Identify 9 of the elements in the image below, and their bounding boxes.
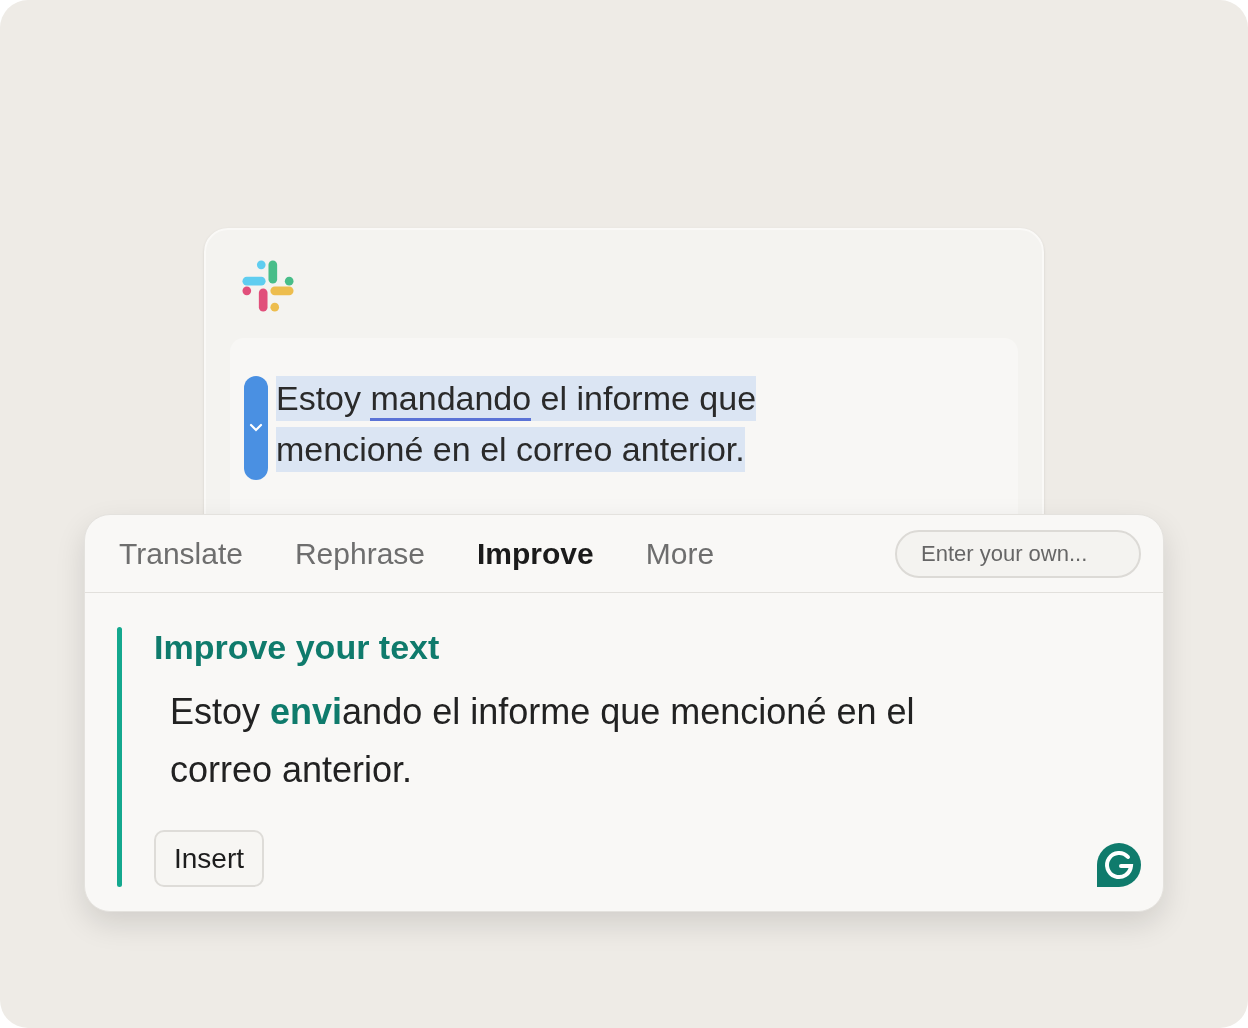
insert-button[interactable]: Insert (154, 830, 265, 887)
suggestion-title: Improve your text (154, 627, 441, 667)
grammarly-toggle[interactable] (244, 376, 268, 480)
chevron-down-icon (249, 423, 263, 433)
suggestion-text-line: correo anterior. (170, 748, 414, 792)
grammarly-logo-icon (1097, 843, 1141, 887)
suggestion-text-line: Estoy enviando el informe que mencioné en el (170, 690, 916, 734)
custom-prompt-field[interactable]: Enter your own... (895, 529, 1141, 578)
slack-logo-icon (242, 260, 294, 312)
